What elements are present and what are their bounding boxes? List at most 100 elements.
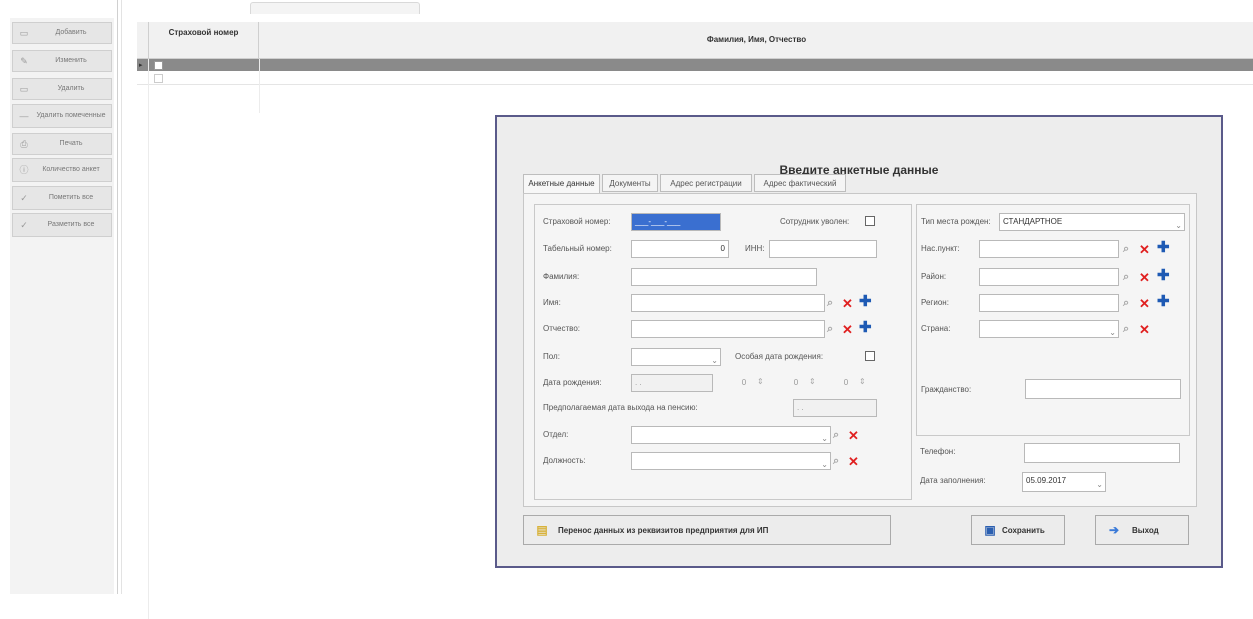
search-icon[interactable]: ⌕ — [1123, 323, 1129, 336]
tab-personal-data[interactable]: Анкетные данные — [523, 174, 600, 194]
pension-date-input[interactable]: . . — [793, 399, 877, 417]
grid-header: Страховой номер Фамилия, Имя, Отчество — [137, 22, 1253, 59]
lastname-input[interactable] — [631, 268, 817, 286]
search-icon[interactable]: ⌕ — [827, 297, 833, 310]
locality-label: Нас.пункт: — [921, 244, 960, 253]
close-icon[interactable]: ✕ — [1139, 297, 1150, 310]
check-all-button[interactable]: ✓ Пометить все — [12, 186, 112, 210]
phone-label: Телефон: — [920, 447, 956, 456]
add-icon[interactable]: ✚ — [1157, 294, 1170, 309]
firstname-input[interactable] — [631, 294, 825, 312]
birthdate-label: Дата рождения: — [543, 378, 602, 387]
add-icon[interactable]: ✚ — [1157, 240, 1170, 255]
check-all-icon: ✓ — [20, 193, 28, 203]
save-button[interactable]: ▣ Сохранить — [971, 515, 1065, 545]
district-input[interactable] — [979, 268, 1119, 286]
inn-label: ИНН: — [745, 244, 765, 253]
column-insurance-number[interactable]: Страховой номер — [149, 22, 259, 58]
position-select[interactable]: ⌄ — [631, 452, 831, 470]
close-icon[interactable]: ✕ — [1139, 323, 1150, 336]
add-icon[interactable]: ✚ — [859, 320, 872, 335]
column-full-name[interactable]: Фамилия, Имя, Отчество — [260, 22, 1253, 58]
tab-actual-address[interactable]: Адрес фактический — [754, 174, 846, 192]
close-icon[interactable]: ✕ — [848, 429, 859, 442]
tab-documents[interactable]: Документы — [602, 174, 658, 192]
edit-button-label: Изменить — [55, 57, 87, 64]
search-icon[interactable]: ⌕ — [833, 429, 839, 442]
sidebar-divider — [117, 0, 118, 594]
region-label: Регион: — [921, 298, 949, 307]
birthplace-type-select[interactable]: СТАНДАРТНОЕ ⌄ — [999, 213, 1185, 231]
add-button[interactable]: ▭ Добавить — [12, 22, 112, 44]
count-button[interactable]: ⓘ Количество анкет — [12, 158, 112, 182]
chevron-down-icon: ⌄ — [711, 356, 718, 365]
row-checkbox[interactable] — [154, 74, 163, 83]
table-row[interactable]: ▸ — [137, 59, 1253, 71]
tab-registration-address[interactable]: Адрес регистрации — [660, 174, 752, 192]
sex-select[interactable]: ⌄ — [631, 348, 721, 366]
search-icon[interactable]: ⌕ — [1123, 297, 1129, 310]
delete-marked-button[interactable]: — Удалить помеченные — [12, 104, 112, 128]
print-button-label: Печать — [59, 140, 83, 147]
edit-icon: ✎ — [20, 56, 28, 66]
insurance-label: Страховой номер: — [543, 217, 611, 226]
sex-label: Пол: — [543, 352, 560, 361]
birth-day-spin[interactable]: 0 — [733, 374, 755, 392]
region-input[interactable] — [979, 294, 1119, 312]
top-strip — [0, 0, 1253, 14]
search-icon[interactable]: ⌕ — [827, 323, 833, 336]
uncheck-all-button-label: Разметить все — [47, 221, 95, 228]
delete-marked-button-label: Удалить помеченные — [36, 112, 106, 119]
add-icon[interactable]: ✚ — [859, 294, 872, 309]
add-icon[interactable]: ✚ — [1157, 268, 1170, 283]
search-icon[interactable]: ⌕ — [833, 455, 839, 468]
birthdate-input[interactable]: . . — [631, 374, 713, 392]
country-label: Страна: — [921, 324, 951, 333]
grid-line — [259, 59, 260, 113]
close-icon[interactable]: ✕ — [1139, 243, 1150, 256]
locality-input[interactable] — [979, 240, 1119, 258]
tabnum-input[interactable]: 0 — [631, 240, 729, 258]
birthplace-type-value: СТАНДАРТНОЕ — [1003, 217, 1063, 226]
exit-button[interactable]: ➔ Выход — [1095, 515, 1189, 545]
uncheck-all-button[interactable]: ✓ Разметить все — [12, 213, 112, 237]
citizenship-input[interactable] — [1025, 379, 1181, 399]
delete-marked-icon: — — [19, 111, 29, 121]
delete-button[interactable]: ▭ Удалить — [12, 78, 112, 100]
birth-year-spin[interactable]: 0 — [835, 374, 857, 392]
edit-button[interactable]: ✎ Изменить — [12, 50, 112, 72]
chevron-down-icon: ⌄ — [821, 434, 828, 443]
delete-icon: ▭ — [19, 84, 29, 94]
close-icon[interactable]: ✕ — [842, 323, 853, 336]
fired-checkbox[interactable] — [865, 216, 875, 226]
close-icon[interactable]: ✕ — [842, 297, 853, 310]
uncheck-all-icon: ✓ — [20, 220, 28, 230]
transfer-data-button[interactable]: ▤ Перенос данных из реквизитов предприят… — [523, 515, 891, 545]
fill-date-value: 05.09.2017 — [1026, 476, 1067, 485]
dept-select[interactable]: ⌄ — [631, 426, 831, 444]
count-button-label: Количество анкет — [42, 166, 100, 173]
search-icon[interactable]: ⌕ — [1123, 271, 1129, 284]
close-icon[interactable]: ✕ — [848, 455, 859, 468]
country-select[interactable]: ⌄ — [979, 320, 1119, 338]
inn-input[interactable] — [769, 240, 877, 258]
insurance-number-input[interactable]: ___-___-___ — [631, 213, 721, 231]
patronymic-input[interactable] — [631, 320, 825, 338]
close-icon[interactable]: ✕ — [1139, 271, 1150, 284]
table-row[interactable] — [137, 72, 1253, 85]
chevron-down-icon: ⌄ — [821, 460, 828, 469]
top-tab[interactable] — [250, 2, 420, 14]
fill-date-input[interactable]: 05.09.2017 ⌄ — [1022, 472, 1106, 492]
row-checkbox[interactable] — [154, 61, 163, 70]
questionnaire-dialog: Введите анкетные данные Анкетные данные … — [495, 115, 1223, 568]
add-button-label: Добавить — [55, 29, 87, 36]
firstname-label: Имя: — [543, 298, 561, 307]
print-button[interactable]: ⎙ Печать — [12, 133, 112, 155]
spin-arrows-icon: ⇕ — [757, 377, 764, 386]
special-birth-checkbox[interactable] — [865, 351, 875, 361]
birth-month-spin[interactable]: 0 — [785, 374, 807, 392]
print-icon: ⎙ — [20, 139, 28, 149]
phone-input[interactable] — [1024, 443, 1180, 463]
delete-button-label: Удалить — [57, 85, 85, 92]
search-icon[interactable]: ⌕ — [1123, 243, 1129, 256]
